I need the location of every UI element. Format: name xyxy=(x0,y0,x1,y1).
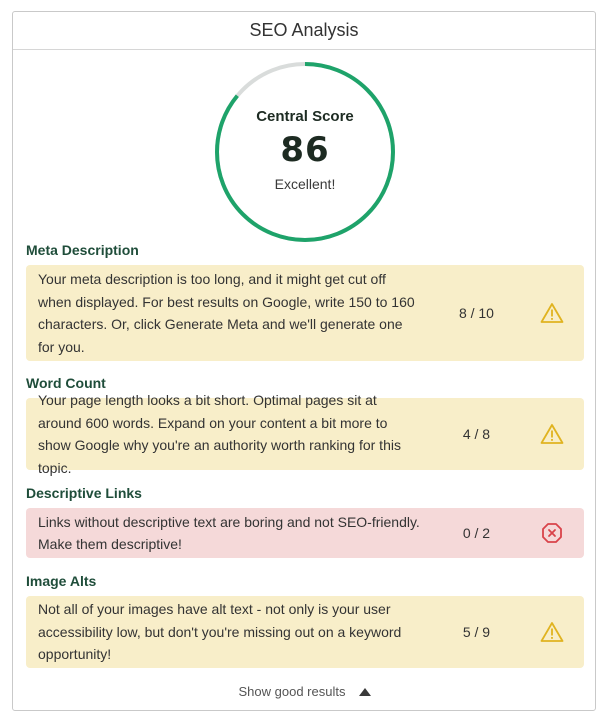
result-score: 8 / 10 xyxy=(458,305,494,321)
central-score: Central Score 86 Excellent! xyxy=(13,50,597,242)
warning-icon xyxy=(533,621,572,643)
score-value: 86 xyxy=(280,130,330,170)
result-text: Your page length looks a bit short. Opti… xyxy=(38,392,401,476)
result-score: 0 / 2 xyxy=(462,525,491,541)
show-good-results-label: Show good results xyxy=(238,684,346,699)
score-title: Central Score xyxy=(256,108,354,125)
result-card-meta-description: Your meta description is too long, and i… xyxy=(26,265,584,361)
section-title-meta-description: Meta Description xyxy=(26,242,139,258)
result-text: Links without descriptive text are borin… xyxy=(38,513,420,553)
result-card-word-count: Your page length looks a bit short. Opti… xyxy=(26,392,584,476)
result-score: 5 / 9 xyxy=(462,624,491,640)
result-text: Your meta description is too long, and i… xyxy=(38,271,415,355)
error-icon xyxy=(533,522,572,544)
warning-icon xyxy=(533,423,572,445)
result-text: Not all of your images have alt text - n… xyxy=(38,601,402,663)
show-good-results-toggle[interactable]: Show good results xyxy=(13,684,597,699)
result-card-descriptive-links: Links without descriptive text are borin… xyxy=(26,508,584,558)
warning-icon xyxy=(533,302,572,324)
section-title-image-alts: Image Alts xyxy=(26,573,97,589)
caret-up-icon xyxy=(359,684,372,699)
result-card-image-alts: Not all of your images have alt text - n… xyxy=(26,596,584,668)
panel-title: SEO Analysis xyxy=(13,12,595,50)
score-grade: Excellent! xyxy=(274,176,336,192)
section-title-descriptive-links: Descriptive Links xyxy=(26,485,142,501)
result-score: 4 / 8 xyxy=(462,426,491,442)
seo-analysis-panel: SEO Analysis Central Score 86 Excellent!… xyxy=(12,11,596,711)
